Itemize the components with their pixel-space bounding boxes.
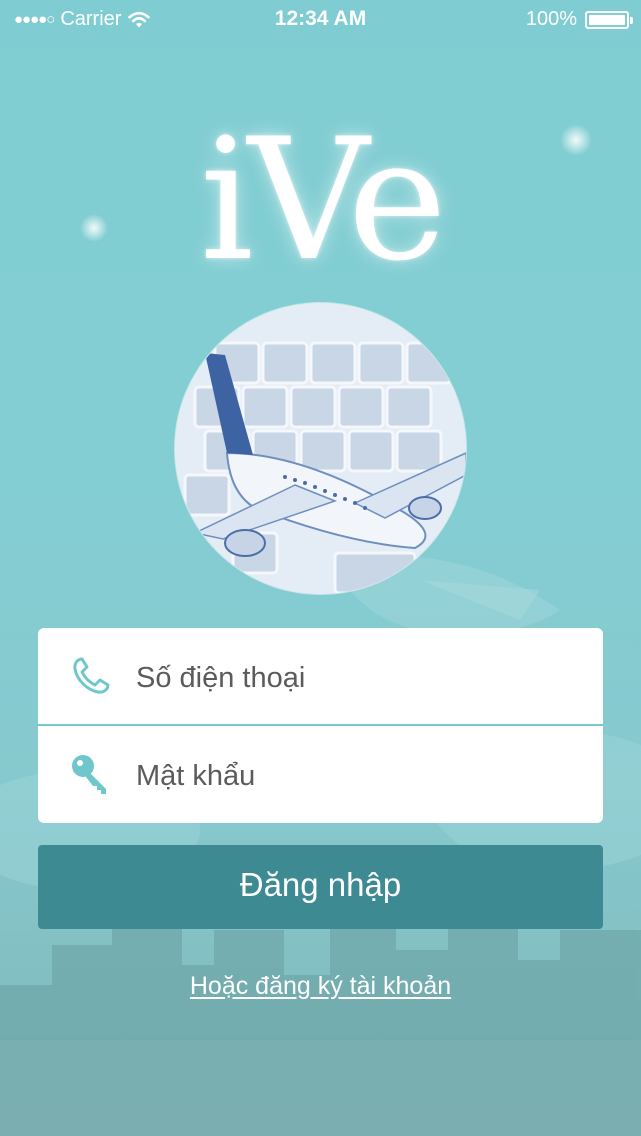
battery-percent: 100%	[525, 8, 577, 30]
register-link[interactable]: Hoặc đăng ký tài khoản	[0, 972, 641, 1001]
password-input[interactable]: Mật khẩu	[136, 760, 255, 793]
phone-icon	[73, 657, 110, 694]
key-icon	[72, 755, 106, 794]
app-logo: iVe	[199, 102, 447, 298]
login-button[interactable]: Đăng nhập	[38, 845, 603, 929]
phone-input[interactable]: Số điện thoại	[136, 662, 305, 695]
battery-icon	[585, 10, 633, 29]
status-bar: ●●●●○ Carrier 12:34 AM 100%	[0, 0, 641, 40]
hero-image	[175, 303, 466, 594]
battery-fill	[589, 14, 625, 25]
status-right: 100%	[525, 8, 633, 31]
password-field[interactable]: Mật khẩu	[38, 726, 603, 822]
login-form: Số điện thoại Mật khẩu	[38, 628, 603, 823]
airplane-keyboard-illustration	[175, 303, 466, 594]
login-screen: ●●●●○ Carrier 12:34 AM 100% iVe Số điện …	[0, 0, 641, 1136]
battery-nub	[630, 16, 633, 24]
phone-field[interactable]: Số điện thoại	[38, 628, 603, 724]
